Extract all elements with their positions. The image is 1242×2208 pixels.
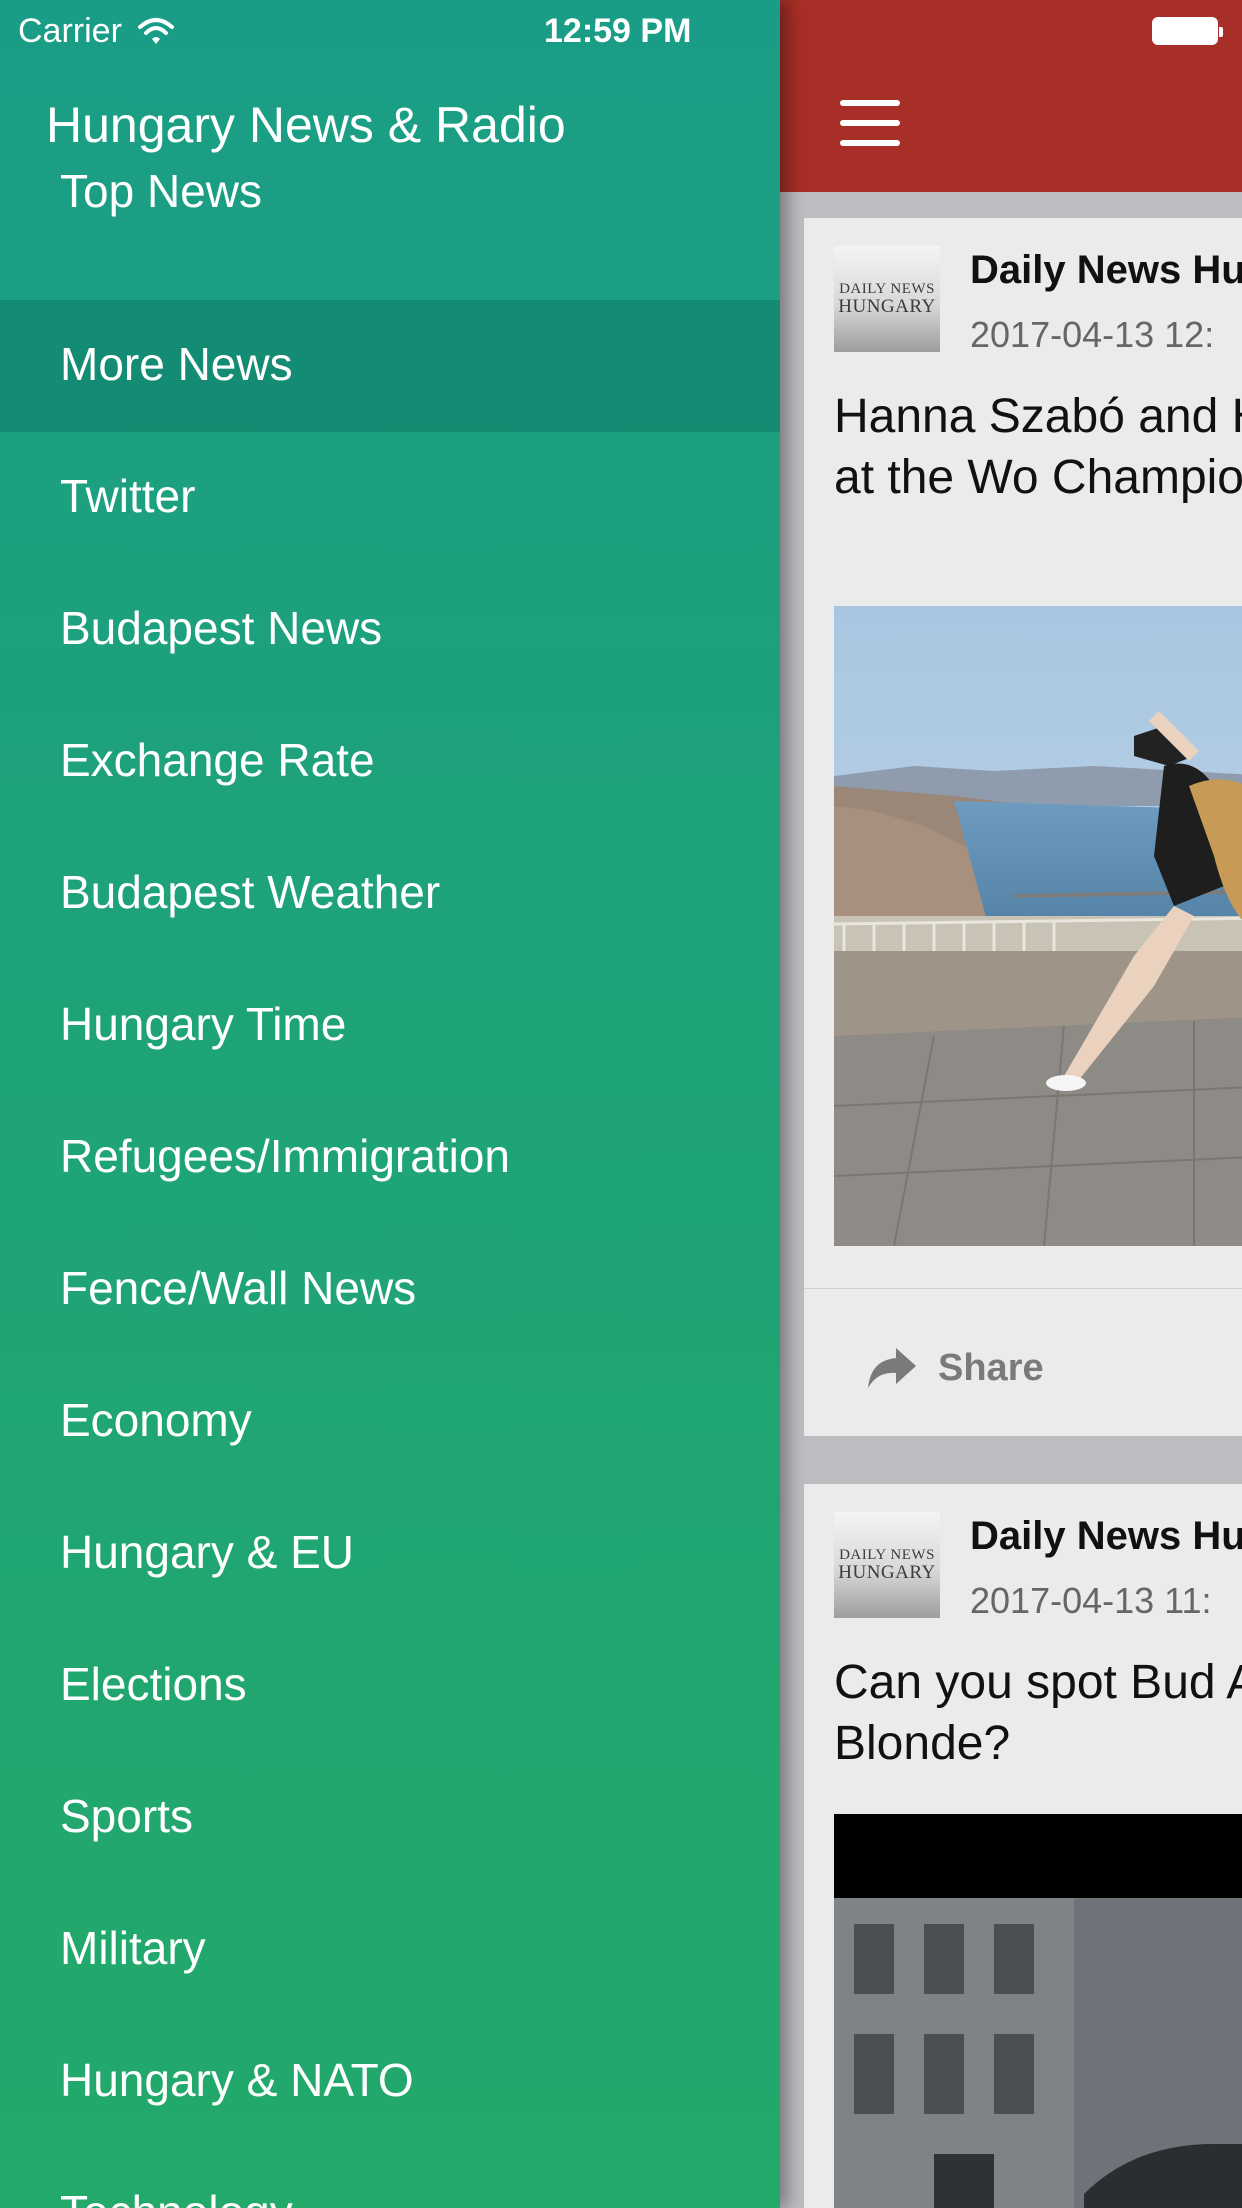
news-feed-panel: DAILY NEWS HUNGARY Daily News Hungary 20…: [780, 0, 1242, 2208]
carrier-label: Carrier: [18, 12, 122, 50]
app-title: Hungary News & Radio: [46, 97, 566, 153]
logo-text-line2: HUNGARY: [838, 296, 936, 317]
logo-text-line2: HUNGARY: [838, 1562, 936, 1583]
dancer-photo: [834, 606, 1242, 1246]
hamburger-menu-button[interactable]: [840, 98, 900, 150]
menu-item-economy[interactable]: Economy: [0, 1356, 780, 1488]
menu-item-budapest-weather[interactable]: Budapest Weather: [0, 828, 780, 960]
menu-item-label: Technology: [60, 2185, 293, 2208]
menu-item-refugees-immigration[interactable]: Refugees/Immigration: [0, 1092, 780, 1224]
source-logo: DAILY NEWS HUNGARY: [834, 1512, 940, 1618]
menu-item-label: Hungary & EU: [60, 1526, 355, 1578]
menu-item-label: Budapest News: [60, 602, 383, 654]
menu-item-label: Military: [60, 1922, 206, 1974]
side-drawer: Carrier 12:59 PM Hungary News & Radio To…: [0, 0, 780, 2208]
menu-item-elections[interactable]: Elections: [0, 1620, 780, 1752]
card-image-street[interactable]: [834, 1814, 1242, 2208]
share-button[interactable]: Share: [866, 1338, 1044, 1398]
share-arrow-icon: [868, 1348, 916, 1388]
menu-item-label: More News: [60, 338, 293, 390]
menu-item-fence-wall-news[interactable]: Fence/Wall News: [0, 1224, 780, 1356]
menu-item-budapest-news[interactable]: Budapest News: [0, 564, 780, 696]
logo-text-line1: DAILY NEWS: [839, 1547, 935, 1563]
menu-item-label: Sports: [60, 1790, 193, 1842]
hamburger-line: [840, 120, 900, 126]
card-divider: [804, 1288, 1242, 1289]
wifi-icon: [137, 17, 174, 44]
status-carrier: Carrier: [18, 12, 176, 51]
card-date: 2017-04-13 11:: [970, 1580, 1212, 1621]
menu-item-label: Refugees/Immigration: [60, 1130, 510, 1182]
menu-item-twitter[interactable]: Twitter: [0, 432, 780, 564]
menu-item-label: Fence/Wall News: [60, 1262, 417, 1314]
menu-item-exchange-rate[interactable]: Exchange Rate: [0, 696, 780, 828]
menu-item-label: Budapest Weather: [60, 866, 441, 918]
news-card[interactable]: DAILY NEWS HUNGARY Daily News Hungary 20…: [804, 1484, 1242, 2208]
menu-item-sports[interactable]: Sports: [0, 1752, 780, 1884]
menu-item-label: Twitter: [60, 470, 196, 522]
card-date: 2017-04-13 12:: [970, 314, 1215, 355]
menu-item-label: Economy: [60, 1394, 252, 1446]
menu-item-label: Elections: [60, 1658, 247, 1710]
menu-item-hungary-time[interactable]: Hungary Time: [0, 960, 780, 1092]
hamburger-line: [840, 100, 900, 106]
card-image-dancer[interactable]: [834, 606, 1242, 1246]
card-headline[interactable]: Can you spot Bud Atomic Blonde?: [834, 1652, 1242, 1774]
nav-bar: [780, 0, 1242, 192]
drawer-menu: Top News More News Twitter Budapest News…: [0, 165, 780, 2208]
card-headline[interactable]: Hanna Szabó and Hungary at the Wo Champi…: [834, 386, 1242, 508]
status-time: 12:59 PM: [544, 12, 692, 50]
logo-text-line1: DAILY NEWS: [839, 281, 935, 297]
news-card[interactable]: DAILY NEWS HUNGARY Daily News Hungary 20…: [804, 218, 1242, 1436]
menu-item-top-news[interactable]: Top News: [0, 165, 780, 300]
menu-item-label: Hungary & NATO: [60, 2054, 414, 2106]
menu-item-technology[interactable]: Technology: [0, 2148, 780, 2208]
menu-item-label: Top News: [60, 165, 262, 217]
menu-item-label: Hungary Time: [60, 998, 347, 1050]
hamburger-line: [840, 140, 900, 146]
menu-item-military[interactable]: Military: [0, 1884, 780, 2016]
street-photo: [834, 1814, 1242, 2208]
card-source-name: Daily News Hungary: [970, 248, 1242, 292]
battery-icon: [1152, 17, 1223, 45]
source-logo: DAILY NEWS HUNGARY: [834, 246, 940, 352]
menu-item-hungary-eu[interactable]: Hungary & EU: [0, 1488, 780, 1620]
menu-item-label: Exchange Rate: [60, 734, 375, 786]
menu-item-more-news[interactable]: More News: [0, 300, 780, 432]
menu-item-hungary-nato[interactable]: Hungary & NATO: [0, 2016, 780, 2148]
share-label: Share: [938, 1346, 1044, 1389]
card-source-name: Daily News Hungary: [970, 1514, 1242, 1558]
